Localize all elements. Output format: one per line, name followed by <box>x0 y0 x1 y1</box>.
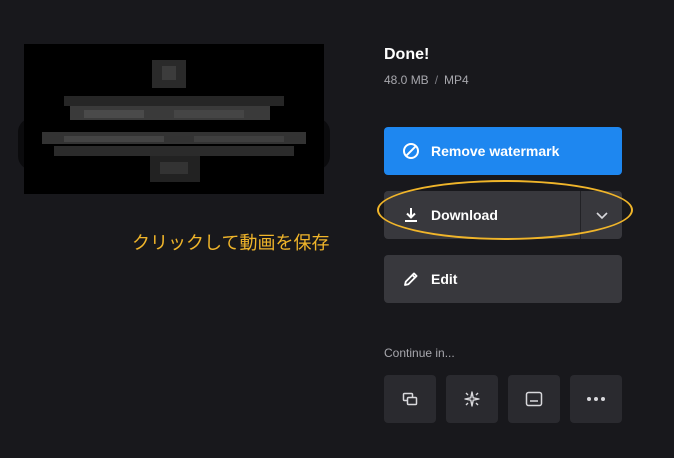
download-icon <box>402 206 420 224</box>
preview-pixel-block <box>160 162 188 174</box>
remove-watermark-button[interactable]: Remove watermark <box>384 127 622 175</box>
pencil-icon <box>402 270 420 288</box>
preview-pixel-block <box>64 96 284 106</box>
file-meta: 48.0 MB / MP4 <box>384 73 469 87</box>
continue-tool-subtitles[interactable] <box>508 375 560 423</box>
preview-pixel-block <box>84 110 144 118</box>
continue-tool-layers[interactable] <box>384 375 436 423</box>
preview-pixel-block <box>174 110 244 118</box>
video-preview[interactable] <box>24 44 324 194</box>
more-icon <box>587 397 605 401</box>
continue-label: Continue in... <box>384 346 455 360</box>
file-size: 48.0 MB <box>384 73 429 87</box>
continue-tool-sparkle[interactable] <box>446 375 498 423</box>
meta-separator: / <box>434 73 439 87</box>
subtitles-icon <box>525 391 543 407</box>
preview-pixel-block <box>54 146 294 156</box>
continue-tool-more[interactable] <box>570 375 622 423</box>
remove-watermark-label: Remove watermark <box>431 143 560 159</box>
layers-icon <box>402 392 418 406</box>
annotation-text: クリックして動画を保存 <box>132 233 330 254</box>
preview-pixel-block <box>194 136 284 142</box>
prohibited-icon <box>402 142 420 160</box>
chevron-down-icon <box>595 212 608 220</box>
edit-button[interactable]: Edit <box>384 255 622 303</box>
status-title: Done! <box>384 46 430 63</box>
download-button[interactable]: Download <box>384 191 622 239</box>
download-options-button[interactable] <box>581 191 622 239</box>
download-label: Download <box>431 207 498 223</box>
edit-label: Edit <box>431 271 458 287</box>
sparkle-icon <box>464 391 480 407</box>
preview-pixel-block <box>162 66 176 80</box>
preview-pixel-block <box>64 136 164 142</box>
file-type: MP4 <box>444 73 469 87</box>
